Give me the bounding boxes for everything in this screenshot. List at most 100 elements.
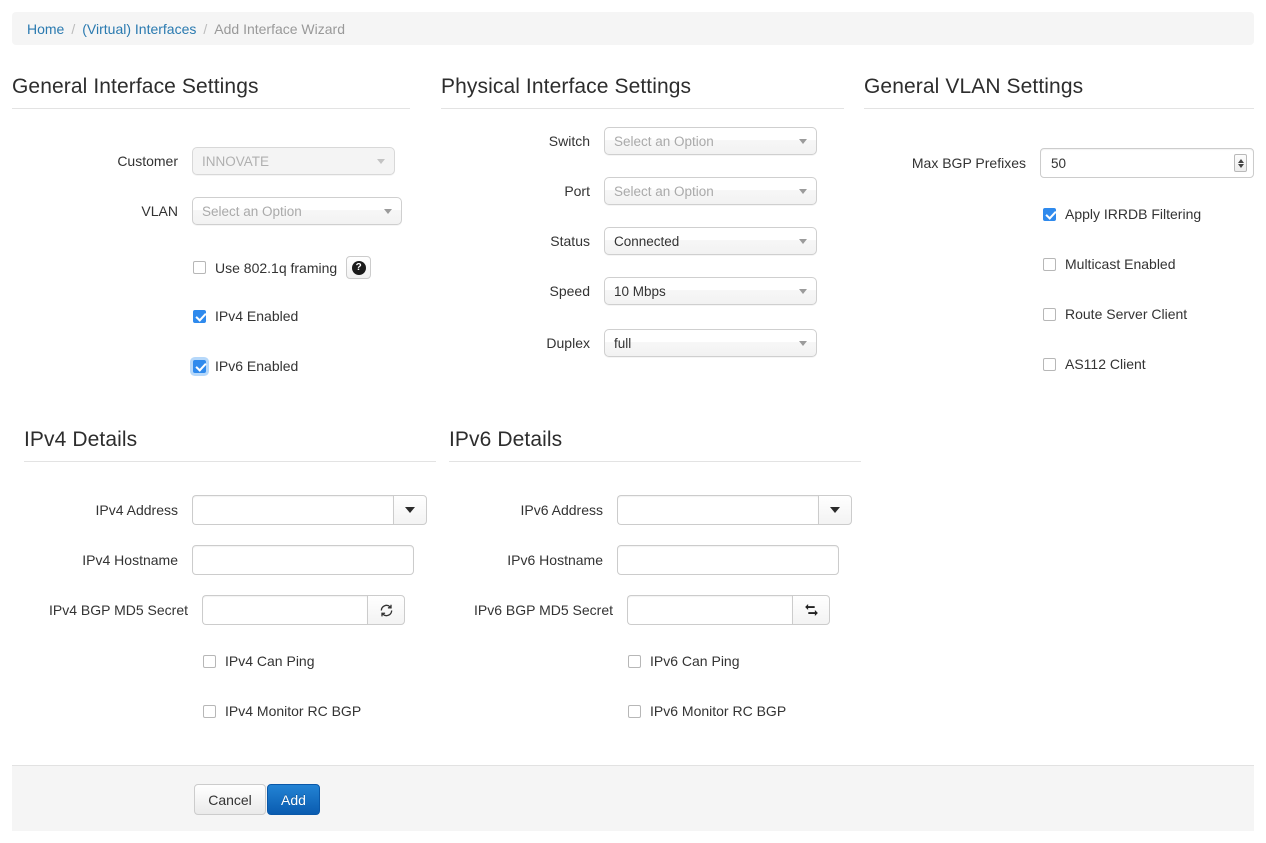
breadcrumb-virtual-interfaces-link[interactable]: (Virtual) Interfaces <box>82 21 196 37</box>
chevron-down-icon <box>799 139 807 144</box>
general-vlan-settings-title: General VLAN Settings <box>864 75 1084 98</box>
ipv6-enabled-checkbox[interactable] <box>193 359 206 373</box>
port-select-value: Select an Option <box>614 183 714 199</box>
speed-row: Speed 10 Mbps <box>441 277 833 305</box>
duplex-select-value: full <box>614 335 632 351</box>
ipv6-md5-generate-button[interactable] <box>792 595 830 625</box>
ipv4-enabled-checkbox[interactable] <box>193 309 206 323</box>
ipv6-md5-row: IPv6 BGP MD5 Secret <box>437 595 862 625</box>
multicast-enabled-label: Multicast Enabled <box>1065 256 1176 272</box>
apply-irrdb-filtering-checkbox[interactable] <box>1043 207 1056 221</box>
physical-interface-settings-title: Physical Interface Settings <box>441 75 692 98</box>
breadcrumb-separator-2: / <box>203 20 208 37</box>
ipv6-enabled-row: IPv6 Enabled <box>193 358 298 374</box>
ipv4-can-ping-checkbox[interactable] <box>203 654 216 668</box>
breadcrumb-home-link[interactable]: Home <box>27 21 64 37</box>
ipv4-md5-generate-button[interactable] <box>367 595 405 625</box>
as112-client-label: AS112 Client <box>1065 356 1146 372</box>
speed-select[interactable]: 10 Mbps <box>604 277 817 305</box>
breadcrumb: Home / (Virtual) Interfaces / Add Interf… <box>12 12 1254 45</box>
route-server-client-checkbox[interactable] <box>1043 307 1056 321</box>
ipv6-monitor-rc-bgp-label: IPv6 Monitor RC BGP <box>650 703 787 719</box>
max-bgp-prefixes-input[interactable]: 50 <box>1040 148 1254 178</box>
ipv6-can-ping-checkbox[interactable] <box>628 654 641 668</box>
ipv4-enabled-label: IPv4 Enabled <box>215 308 299 324</box>
framing-help-button[interactable]: ? <box>346 256 372 279</box>
use-802-1q-framing-label: Use 802.1q framing <box>215 259 338 276</box>
ipv6-address-dropdown-button[interactable] <box>818 495 852 525</box>
ipv4-details-rule <box>24 461 436 462</box>
chevron-down-icon <box>799 189 807 194</box>
ipv6-can-ping-row: IPv6 Can Ping <box>628 653 740 669</box>
vlan-select[interactable]: Select an Option <box>192 197 402 225</box>
ipv6-address-row: IPv6 Address <box>437 495 862 525</box>
status-row: Status Connected <box>441 227 833 255</box>
vlan-select-value: Select an Option <box>202 203 302 219</box>
ipv6-hostname-label: IPv6 Hostname <box>507 552 603 568</box>
ipv6-address-group <box>617 495 852 525</box>
refresh-icon <box>380 604 392 616</box>
multicast-enabled-checkbox[interactable] <box>1043 257 1056 271</box>
ipv4-address-input[interactable] <box>192 495 393 525</box>
status-label: Status <box>550 233 590 249</box>
general-vlan-settings-rule <box>864 108 1254 109</box>
ipv4-monitor-rc-bgp-checkbox[interactable] <box>203 704 216 718</box>
multicast-enabled-row: Multicast Enabled <box>1043 256 1176 272</box>
duplex-label: Duplex <box>546 335 590 351</box>
chevron-down-icon <box>377 159 385 164</box>
apply-irrdb-filtering-row: Apply IRRDB Filtering <box>1043 206 1201 222</box>
switch-label: Switch <box>548 133 590 149</box>
switch-select-value: Select an Option <box>614 133 714 149</box>
add-button[interactable]: Add <box>267 784 320 815</box>
ipv4-can-ping-label: IPv4 Can Ping <box>225 653 315 669</box>
caret-down-icon <box>830 507 840 513</box>
ipv4-md5-input[interactable] <box>202 595 367 625</box>
speed-select-value: 10 Mbps <box>614 283 666 299</box>
as112-client-checkbox[interactable] <box>1043 357 1056 371</box>
customer-row: Customer INNOVATE <box>12 147 408 175</box>
ipv4-address-dropdown-button[interactable] <box>393 495 427 525</box>
customer-select[interactable]: INNOVATE <box>192 147 395 175</box>
max-bgp-prefixes-row: Max BGP Prefixes 50 <box>864 148 1254 178</box>
ipv4-address-row: IPv4 Address <box>12 495 437 525</box>
ipv6-monitor-rc-bgp-checkbox[interactable] <box>628 704 641 718</box>
status-select[interactable]: Connected <box>604 227 817 255</box>
ipv6-details-rule <box>449 461 861 462</box>
breadcrumb-current: Add Interface Wizard <box>214 20 345 37</box>
ipv6-md5-group <box>627 595 830 625</box>
ipv6-md5-input[interactable] <box>627 595 792 625</box>
customer-label: Customer <box>117 153 178 169</box>
max-bgp-prefixes-value: 50 <box>1051 155 1067 171</box>
physical-interface-settings-rule <box>441 108 844 109</box>
ipv6-enabled-label: IPv6 Enabled <box>215 358 299 374</box>
duplex-row: Duplex full <box>441 329 833 357</box>
switch-select[interactable]: Select an Option <box>604 127 817 155</box>
port-select[interactable]: Select an Option <box>604 177 817 205</box>
general-interface-settings-title: General Interface Settings <box>12 75 259 98</box>
caret-down-icon <box>405 507 415 513</box>
retweet-icon <box>804 604 818 616</box>
route-server-client-row: Route Server Client <box>1043 306 1187 322</box>
route-server-client-label: Route Server Client <box>1065 306 1188 322</box>
ipv4-hostname-input[interactable] <box>192 545 414 575</box>
chevron-down-icon <box>384 209 392 214</box>
use-802-1q-framing-row: Use 802.1q framing ? <box>193 256 372 279</box>
ipv4-monitor-rc-bgp-row: IPv4 Monitor RC BGP <box>203 703 361 719</box>
use-802-1q-framing-checkbox[interactable] <box>193 261 206 274</box>
max-bgp-prefixes-label: Max BGP Prefixes <box>911 155 1026 171</box>
ipv6-hostname-row: IPv6 Hostname <box>437 545 862 575</box>
ipv6-details-title: IPv6 Details <box>449 428 563 451</box>
as112-client-row: AS112 Client <box>1043 356 1146 372</box>
form-footer: Cancel Add <box>12 765 1254 831</box>
duplex-select[interactable]: full <box>604 329 817 357</box>
ipv6-hostname-input[interactable] <box>617 545 839 575</box>
ipv4-md5-row: IPv4 BGP MD5 Secret <box>12 595 437 625</box>
ipv4-hostname-row: IPv4 Hostname <box>12 545 437 575</box>
ipv4-monitor-rc-bgp-label: IPv4 Monitor RC BGP <box>225 703 362 719</box>
ipv6-address-input[interactable] <box>617 495 818 525</box>
chevron-down-icon <box>799 239 807 244</box>
ipv4-details-title: IPv4 Details <box>24 428 138 451</box>
port-label: Port <box>564 183 590 199</box>
cancel-button[interactable]: Cancel <box>194 784 266 815</box>
number-spinner-icon[interactable] <box>1234 154 1247 172</box>
